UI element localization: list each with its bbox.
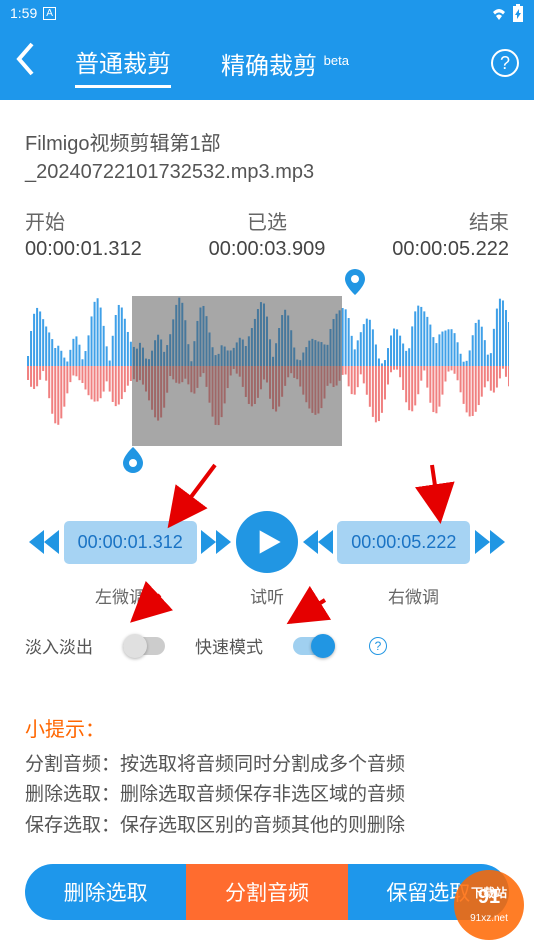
start-label: 开始 xyxy=(25,206,142,235)
tips-section: 小提示： 分割音频：按选取将音频同时分割成多个音频 删除选取：删除选取音频保存非… xyxy=(25,713,509,841)
fast-label: 快速模式 xyxy=(195,633,263,658)
control-labels: 左微调 试听 右微调 xyxy=(25,583,509,608)
rewind-right-icon[interactable] xyxy=(301,525,335,559)
selected-time: 00:00:03.909 xyxy=(209,238,326,261)
action-bar: 删除选取 分割音频 保留选取 xyxy=(25,864,509,920)
fine-tune-controls: 00:00:01.312 00:00:05.222 xyxy=(25,511,509,573)
filename: Filmigo视频剪辑第1部 _20240722101732532.mp3.mp… xyxy=(25,130,509,186)
play-label: 试听 xyxy=(250,583,284,608)
svg-text:91: 91 xyxy=(478,886,500,908)
help-icon[interactable]: ? xyxy=(491,49,519,77)
forward-left-icon[interactable] xyxy=(199,525,233,559)
fade-toggle[interactable] xyxy=(123,637,165,655)
handle-start[interactable] xyxy=(121,441,145,473)
tab-normal-trim[interactable]: 普通裁剪 xyxy=(75,38,171,88)
tips-line-1: 分割音频：按选取将音频同时分割成多个音频 xyxy=(25,750,509,780)
status-bar: 1:59 A xyxy=(0,0,534,26)
left-fine-label: 左微调 xyxy=(95,583,146,608)
back-button[interactable] xyxy=(15,42,35,85)
toggle-row: 淡入淡出 快速模式 ? xyxy=(25,633,509,658)
status-time: 1:59 xyxy=(10,5,37,21)
watermark: 下载站 91 91xz.net xyxy=(449,865,529,945)
end-time: 00:00:05.222 xyxy=(392,238,509,261)
tips-line-3: 保存选取：保存选取区别的音频其他的则删除 xyxy=(25,811,509,841)
delete-selection-button[interactable]: 删除选取 xyxy=(25,864,186,920)
fade-label: 淡入淡出 xyxy=(25,633,93,658)
right-fine-label: 右微调 xyxy=(388,583,439,608)
start-time: 00:00:01.312 xyxy=(25,238,142,261)
end-label: 结束 xyxy=(392,206,509,235)
wifi-icon xyxy=(490,6,508,20)
tips-title: 小提示： xyxy=(25,713,509,742)
left-time-box[interactable]: 00:00:01.312 xyxy=(64,521,197,564)
svg-text:91xz.net: 91xz.net xyxy=(470,913,508,924)
selected-label: 已选 xyxy=(209,206,326,235)
tab-precise-trim[interactable]: 精确裁剪 beta xyxy=(221,40,349,87)
tips-line-2: 删除选取：删除选取音频保存非选区域的音频 xyxy=(25,780,509,810)
status-badge: A xyxy=(43,7,56,20)
selection-region[interactable] xyxy=(132,296,342,446)
waveform[interactable] xyxy=(25,291,509,491)
right-time-box[interactable]: 00:00:05.222 xyxy=(337,521,470,564)
fast-toggle[interactable] xyxy=(293,637,335,655)
fast-help-icon[interactable]: ? xyxy=(369,637,387,655)
rewind-left-icon[interactable] xyxy=(27,525,61,559)
split-audio-button[interactable]: 分割音频 xyxy=(186,864,347,920)
battery-icon xyxy=(512,4,524,22)
time-info: 开始 00:00:01.312 已选 00:00:03.909 结束 00:00… xyxy=(25,206,509,261)
forward-right-icon[interactable] xyxy=(473,525,507,559)
header: 普通裁剪 精确裁剪 beta ? xyxy=(0,26,534,100)
play-button[interactable] xyxy=(236,511,298,573)
handle-end[interactable] xyxy=(343,269,367,301)
